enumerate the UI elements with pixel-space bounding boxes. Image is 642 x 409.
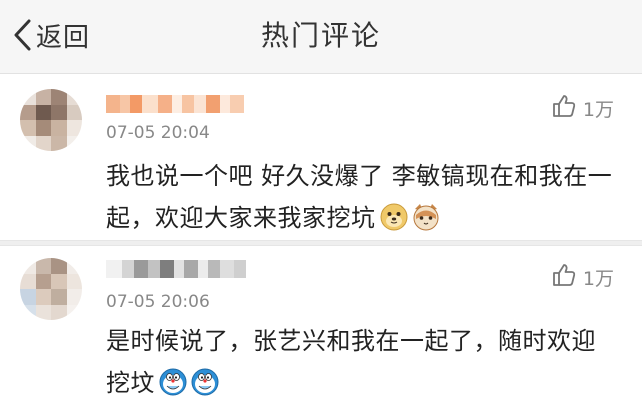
page-title: 热门评论 (260, 19, 381, 52)
comment-timestamp: 07-05 20:06 (106, 292, 210, 312)
nav-bar: 返回 热门评论 (0, 0, 642, 74)
like-button[interactable]: 1万 (551, 262, 614, 292)
avatar[interactable] (20, 258, 82, 320)
like-button[interactable]: 1万 (551, 93, 614, 123)
comment-body: 我也说一个吧 好久没爆了 李敏镐现在和我在一起，欢迎大家来我家挖坑 (106, 162, 613, 232)
cat-emoji (412, 203, 440, 231)
comment-text: 是时候说了，张艺兴和我在一起了，随时欢迎挖坟 (106, 320, 616, 404)
doraemon-emoji (159, 368, 187, 396)
avatar[interactable] (20, 89, 82, 151)
comment-text: 我也说一个吧 好久没爆了 李敏镐现在和我在一起，欢迎大家来我家挖坑 (106, 155, 616, 239)
like-count: 1万 (582, 267, 614, 290)
comment-timestamp: 07-05 20:04 (106, 123, 210, 143)
username-blurred[interactable] (106, 95, 244, 113)
doraemon-emoji (191, 368, 219, 396)
username-blurred[interactable] (106, 260, 246, 278)
doge-emoji (380, 203, 408, 231)
thumbs-up-icon (551, 93, 577, 123)
comment-item[interactable]: 07-05 20:06 1万 是时候说了，张艺兴和我在一起了，随时欢迎挖坟 (0, 246, 642, 409)
thumbs-up-icon (551, 262, 577, 292)
comment-item[interactable]: 07-05 20:04 1万 我也说一个吧 好久没爆了 李敏镐现在和我在一起，欢… (0, 75, 642, 240)
like-count: 1万 (582, 98, 614, 121)
